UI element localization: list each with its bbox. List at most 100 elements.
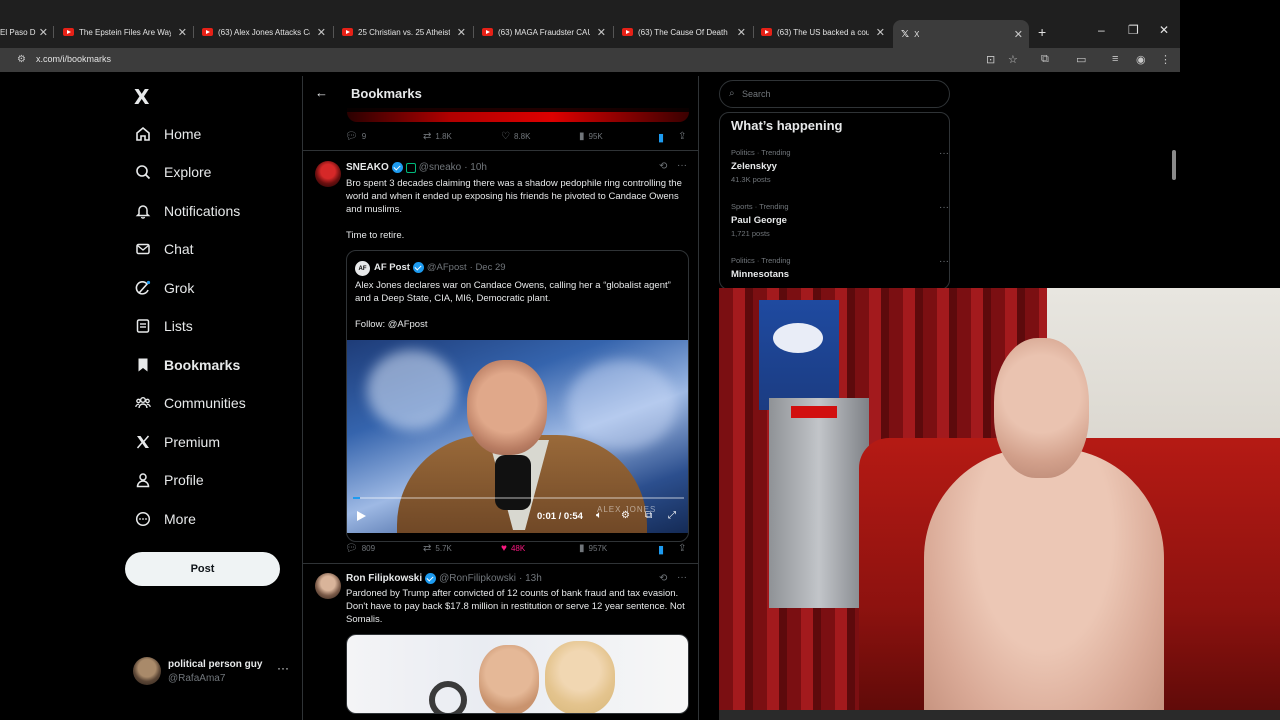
more-icon[interactable]: ··· — [939, 202, 949, 213]
repost-button[interactable]: ⇄ 5.7K — [423, 543, 452, 554]
video-player[interactable]: ALEX JONES 0:01 / 0:54 🔈︎ ⚙ ⧉ ⤢ — [347, 340, 688, 533]
video-background — [367, 350, 457, 430]
scrollbar-thumb[interactable] — [1172, 150, 1176, 180]
avatar[interactable] — [315, 161, 341, 187]
nav-item-explore[interactable]: Explore — [134, 160, 211, 184]
video-progress-bar[interactable] — [353, 497, 684, 499]
trend-item[interactable]: Sports · Trending Paul George 1,721 post… — [731, 202, 949, 246]
bookmark-filled-icon: ▮ — [658, 544, 665, 556]
grok-explain-icon[interactable]: ⟲ — [659, 161, 667, 172]
trend-item[interactable]: Politics · Trending Zelenskyy 41.3K post… — [731, 148, 949, 192]
tab-label: (63) MAGA Fraudster CAU — [498, 27, 590, 37]
post-button[interactable]: Post — [125, 552, 280, 586]
pip-icon[interactable]: ⧉ — [645, 510, 652, 521]
more-icon[interactable]: ··· — [939, 256, 949, 267]
youtube-icon — [202, 28, 213, 36]
tab-close-icon[interactable]: ✕ — [39, 26, 48, 39]
back-arrow-icon[interactable]: ← — [315, 85, 328, 100]
author-name[interactable]: Ron Filipkowski — [346, 573, 422, 584]
extensions-icon[interactable]: ⧉ — [1041, 53, 1049, 66]
browser-tab-active[interactable]: 𝕏 X ✕ — [893, 20, 1029, 48]
like-button[interactable]: ♡ 8.8K — [501, 131, 530, 142]
views-button[interactable]: ▮ 95K — [579, 131, 603, 142]
nav-item-chat[interactable]: Chat — [134, 237, 194, 261]
author-handle: @AFpost — [426, 262, 467, 273]
star-icon[interactable]: ☆ — [1008, 53, 1018, 66]
reply-button[interactable]: 💬︎ 809 — [345, 543, 375, 554]
reply-button[interactable]: 💬︎ 9 — [345, 131, 366, 142]
image-person-right — [545, 641, 615, 713]
nav-item-lists[interactable]: Lists — [134, 314, 193, 338]
repost-button[interactable]: ⇄ 1.8K — [423, 131, 452, 142]
nav-item-communities[interactable]: Communities — [134, 391, 246, 415]
tab-close-icon[interactable]: ✕ — [457, 26, 466, 39]
avatar[interactable] — [315, 573, 341, 599]
nav-label: Communities — [164, 395, 246, 411]
author-name[interactable]: SNEAKO — [346, 162, 389, 173]
author-handle[interactable]: @RonFilipkowski — [439, 573, 516, 584]
grok-explain-icon[interactable]: ⟲ — [659, 573, 667, 584]
close-window-button[interactable]: ✕ — [1159, 23, 1169, 37]
browser-tab[interactable]: (63) The Cause Of Death ✕ — [622, 22, 746, 42]
sidebar-icon[interactable]: ▭ — [1076, 53, 1086, 66]
views-button[interactable]: ▮ 957K — [579, 543, 607, 554]
tab-close-icon[interactable]: ✕ — [178, 26, 187, 39]
trend-name: Paul George — [731, 215, 787, 226]
browser-tab[interactable]: (63) Alex Jones Attacks Ca ✕ — [202, 22, 326, 42]
tab-separator — [333, 26, 334, 38]
new-tab-button[interactable]: + — [1038, 24, 1046, 40]
more-icon[interactable]: ··· — [277, 661, 289, 675]
volume-icon[interactable]: 🔈︎ — [596, 510, 602, 521]
tab-close-icon[interactable]: ✕ — [317, 26, 326, 39]
site-info-icon[interactable]: ⚙ — [17, 54, 26, 65]
menu-kebab-icon[interactable]: ⋮ — [1160, 53, 1171, 66]
bookmark-button[interactable]: ▮ — [658, 131, 664, 144]
account-switcher[interactable]: political person guy @RafaAma7 ··· — [133, 657, 293, 687]
tab-close-icon[interactable]: ✕ — [737, 26, 746, 39]
nav-item-bookmarks[interactable]: Bookmarks — [134, 353, 240, 377]
settings-icon[interactable]: ⚙ — [621, 510, 630, 521]
tab-label: El Paso D — [0, 27, 36, 37]
tab-close-icon[interactable]: ✕ — [597, 26, 606, 39]
more-circle-icon — [134, 510, 152, 528]
tweet-time[interactable]: · 10h — [464, 162, 487, 173]
nav-item-grok[interactable]: Grok — [134, 276, 194, 300]
reply-icon: 💬︎ — [345, 543, 358, 554]
nav-item-premium[interactable]: Premium — [134, 430, 220, 454]
browser-tab[interactable]: (63) MAGA Fraudster CAU ✕ — [482, 22, 606, 42]
tweet-time[interactable]: · 13h — [519, 573, 542, 584]
nav-item-profile[interactable]: Profile — [134, 468, 204, 492]
search-input[interactable] — [742, 87, 932, 101]
tab-close-icon[interactable]: ✕ — [1014, 28, 1023, 41]
trend-item[interactable]: Politics · Trending Minnesotans ··· — [731, 256, 949, 289]
tweet-image[interactable] — [346, 634, 689, 714]
fullscreen-icon[interactable]: ⤢ — [668, 510, 676, 521]
install-app-icon[interactable]: ⊡ — [986, 53, 995, 66]
more-icon[interactable]: ··· — [677, 160, 687, 171]
url-field[interactable]: x.com/i/bookmarks — [36, 54, 111, 64]
minimize-button[interactable]: – — [1098, 23, 1105, 37]
browser-tab[interactable]: (63) The US backed a cou ✕ — [761, 22, 885, 42]
nav-item-notifications[interactable]: Notifications — [134, 199, 240, 223]
bookmark-button[interactable]: ▮ — [658, 543, 664, 556]
author-handle[interactable]: @sneako — [419, 162, 461, 173]
maximize-button[interactable]: ❐ — [1128, 23, 1139, 37]
more-icon[interactable]: ··· — [677, 572, 687, 583]
quoted-tweet[interactable]: AF AF Post @AFpost · Dec 29 Alex Jones d… — [346, 250, 689, 542]
x-logo-icon[interactable]: X — [134, 85, 149, 109]
like-button[interactable]: ♥ 48K — [501, 543, 525, 554]
browser-tab[interactable]: 25 Christian vs. 25 Atheist ✕ — [342, 22, 466, 42]
browser-tab[interactable]: El Paso D ✕ — [0, 22, 48, 42]
browser-tab[interactable]: The Epstein Files Are Way ✕ — [63, 22, 187, 42]
play-icon[interactable] — [357, 511, 366, 521]
tab-close-icon[interactable]: ✕ — [876, 26, 885, 39]
heart-filled-icon: ♥ — [501, 543, 507, 554]
share-button[interactable]: ⇪ — [678, 543, 690, 554]
nav-item-home[interactable]: Home — [134, 122, 201, 146]
nav-item-more[interactable]: More — [134, 507, 196, 531]
media-control-icon[interactable]: ≡ — [1112, 53, 1118, 65]
more-icon[interactable]: ··· — [939, 148, 949, 159]
profile-icon[interactable]: ◉ — [1136, 53, 1146, 66]
search-box[interactable]: ⌕ — [719, 80, 950, 108]
share-button[interactable]: ⇪ — [678, 131, 690, 142]
